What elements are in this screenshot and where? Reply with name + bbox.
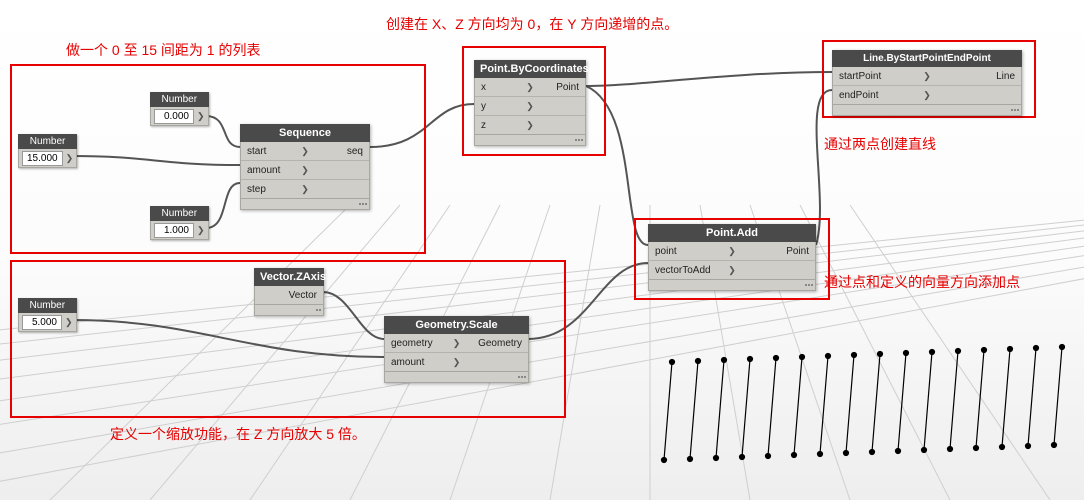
chevron-right-icon: ❯ [452,338,462,349]
number-value[interactable]: 0.000 [154,109,194,124]
port-geometry-in[interactable]: geometry [385,338,452,349]
node-number-15[interactable]: Number 15.000❯ [18,134,77,168]
annotation-list: 做一个 0 至 15 间距为 1 的列表 [66,40,260,60]
port-point[interactable]: Point [535,82,585,93]
port-start[interactable]: start [241,146,300,157]
port-vectortoadd[interactable]: vectorToAdd [649,265,727,276]
annotation-scale: 定义一个缩放功能，在 Z 方向放大 5 倍。 [110,424,366,444]
chevron-right-icon: ❯ [525,101,535,112]
port-amount[interactable]: amount [241,165,300,176]
chevron-right-icon: ❯ [922,90,932,101]
chevron-right-icon: ❯ [300,165,310,176]
node-line-bystartpointendpoint[interactable]: Line.ByStartPointEndPoint startPoint❯Lin… [832,50,1022,116]
chevron-right-icon: ❯ [525,120,535,131]
port-seq[interactable]: seq [310,146,369,157]
chevron-right-icon: ❯ [300,146,310,157]
chevron-right-icon[interactable]: ❯ [66,153,77,164]
node-sequence[interactable]: Sequence start❯seq amount❯ step❯ [240,124,370,210]
chevron-right-icon[interactable]: ❯ [197,225,208,236]
annotation-points: 创建在 X、Z 方向均为 0，在 Y 方向递增的点。 [386,14,678,34]
node-geometry-scale[interactable]: Geometry.Scale geometry❯Geometry amount❯ [384,316,529,383]
chevron-right-icon: ❯ [727,246,737,257]
node-number-1[interactable]: Number 1.000❯ [150,206,209,240]
node-title: Number [18,298,77,313]
node-title: Point.Add [648,224,816,242]
port-point-out[interactable]: Point [737,246,815,257]
number-value[interactable]: 1.000 [154,223,194,238]
node-title: Number [18,134,77,149]
annotation-add: 通过点和定义的向量方向添加点 [824,272,1020,292]
node-number-5[interactable]: Number 5.000❯ [18,298,77,332]
port-x[interactable]: x [475,82,525,93]
port-geometry-out[interactable]: Geometry [462,338,529,349]
node-title: Number [150,206,209,221]
node-number-0[interactable]: Number 0.000❯ [150,92,209,126]
chevron-right-icon[interactable]: ❯ [197,111,208,122]
chevron-right-icon: ❯ [922,71,932,82]
node-point-add[interactable]: Point.Add point❯Point vectorToAdd❯ [648,224,816,291]
port-step[interactable]: step [241,184,300,195]
node-title: Number [150,92,209,107]
chevron-right-icon: ❯ [727,265,737,276]
node-vector-zaxis[interactable]: Vector.ZAxis Vector [254,268,324,316]
port-point-in[interactable]: point [649,246,727,257]
node-title: Line.ByStartPointEndPoint [832,50,1022,67]
node-point-bycoordinates[interactable]: Point.ByCoordinates x❯Point y❯ z❯ [474,60,586,146]
chevron-right-icon: ❯ [525,82,535,93]
node-title: Geometry.Scale [384,316,529,334]
annotation-line: 通过两点创建直线 [824,134,936,154]
node-title: Sequence [240,124,370,142]
port-z[interactable]: z [475,120,525,131]
port-amount[interactable]: amount [385,357,452,368]
chevron-right-icon: ❯ [452,357,462,368]
port-line[interactable]: Line [932,71,1021,82]
number-value[interactable]: 15.000 [22,151,63,166]
number-value[interactable]: 5.000 [22,315,62,330]
port-y[interactable]: y [475,101,525,112]
chevron-right-icon[interactable]: ❯ [65,317,76,328]
chevron-right-icon: ❯ [300,184,310,195]
port-vector[interactable]: Vector [255,290,323,301]
port-endpoint[interactable]: endPoint [833,90,922,101]
port-startpoint[interactable]: startPoint [833,71,922,82]
node-title: Point.ByCoordinates [474,60,586,78]
node-title: Vector.ZAxis [254,268,324,286]
